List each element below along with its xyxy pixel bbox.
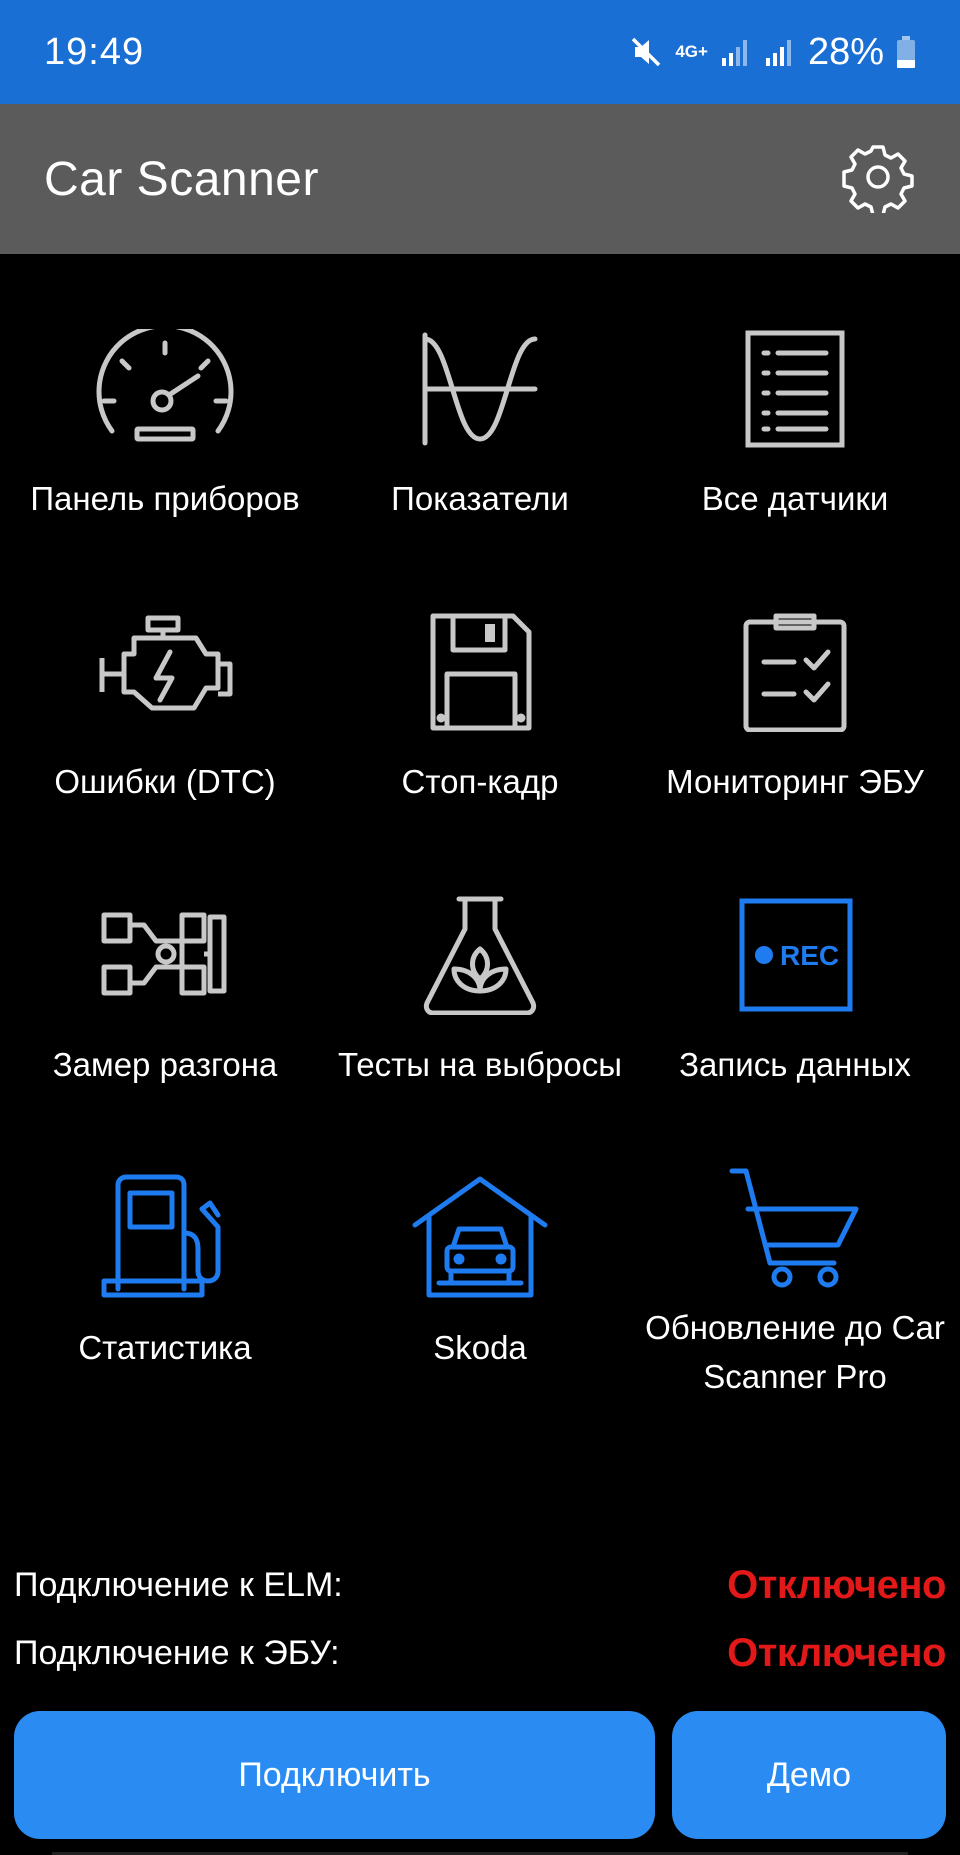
app-title: Car Scanner [44, 152, 319, 206]
check-engine-icon [90, 597, 240, 747]
mute-icon [629, 35, 663, 69]
menu-item-label: Тесты на выбросы [338, 1046, 622, 1083]
menu-item-freeze-frame[interactable]: Стоп-кадр [320, 537, 640, 819]
demo-button[interactable]: Демо [672, 1711, 946, 1839]
status-time: 19:49 [44, 30, 145, 73]
menu-item-label: Обновление до Car Scanner Pro [645, 1309, 945, 1395]
elm-connection-row: Подключение к ELM: Отключено [14, 1550, 946, 1620]
menu-item-ecu-monitoring[interactable]: Мониторинг ЭБУ [635, 537, 955, 819]
eco-flask-icon [405, 880, 555, 1030]
menu-item-label: Панель приборов [30, 480, 300, 517]
menu-item-label: Мониторинг ЭБУ [666, 763, 924, 800]
rec-text: REC [780, 940, 839, 971]
shopping-cart-icon [720, 1163, 870, 1293]
race-car-icon [90, 880, 240, 1030]
menu-item-acceleration[interactable]: Замер разгона [5, 820, 325, 1102]
elm-connection-label: Подключение к ELM: [14, 1565, 343, 1604]
app-bar: Car Scanner [0, 104, 960, 254]
signal-icon-2 [764, 36, 796, 68]
menu-item-upgrade-pro[interactable]: Обновление до Car Scanner Pro [635, 1103, 955, 1395]
menu-item-label: Статистика [78, 1329, 252, 1366]
menu-item-label: Запись данных [679, 1046, 911, 1083]
ecu-connection-label: Подключение к ЭБУ: [14, 1633, 340, 1672]
fuel-pump-icon [90, 1163, 240, 1313]
menu-item-statistics[interactable]: Статистика [5, 1103, 325, 1385]
menu-item-label: Показатели [391, 480, 569, 517]
menu-item-label: Замер разгона [52, 1046, 278, 1083]
sine-wave-icon [405, 314, 555, 464]
battery-icon [896, 35, 916, 69]
menu-item-data-recording[interactable]: REC Запись данных [635, 820, 955, 1102]
menu-item-dashboard[interactable]: Панель приборов [5, 254, 325, 536]
ecu-connection-status: Отключено [727, 1630, 946, 1675]
network-type: 4G+ [675, 42, 708, 61]
elm-connection-status: Отключено [727, 1562, 946, 1607]
menu-item-indicators[interactable]: Показатели [320, 254, 640, 536]
garage-icon [405, 1163, 555, 1313]
gear-icon [842, 141, 914, 218]
menu-item-skoda[interactable]: Skoda [320, 1103, 640, 1385]
menu-item-emissions[interactable]: Тесты на выбросы [320, 820, 640, 1102]
status-icons: 4G+ 28% [629, 31, 916, 74]
main-menu-grid: Панель приборов Показатели Все датчики О… [0, 254, 960, 1464]
battery-percent: 28% [807, 30, 884, 73]
ecu-connection-row: Подключение к ЭБУ: Отключено [14, 1618, 946, 1688]
status-bar: 19:49 4G+ 28% [0, 0, 960, 104]
menu-item-label: Все датчики [701, 480, 889, 517]
rec-icon: REC [720, 880, 870, 1030]
floppy-disk-icon [405, 597, 555, 747]
menu-item-label: Skoda [433, 1329, 527, 1366]
menu-item-all-sensors[interactable]: Все датчики [635, 254, 955, 536]
signal-icon [720, 36, 752, 68]
clipboard-check-icon [720, 597, 870, 747]
list-document-icon [720, 314, 870, 464]
connect-button[interactable]: Подключить [14, 1711, 655, 1839]
speedometer-icon [90, 314, 240, 464]
settings-button[interactable] [840, 141, 916, 217]
menu-item-label: Стоп-кадр [401, 763, 559, 800]
menu-item-label: Ошибки (DTC) [54, 763, 276, 800]
menu-item-dtc[interactable]: Ошибки (DTC) [5, 537, 325, 819]
